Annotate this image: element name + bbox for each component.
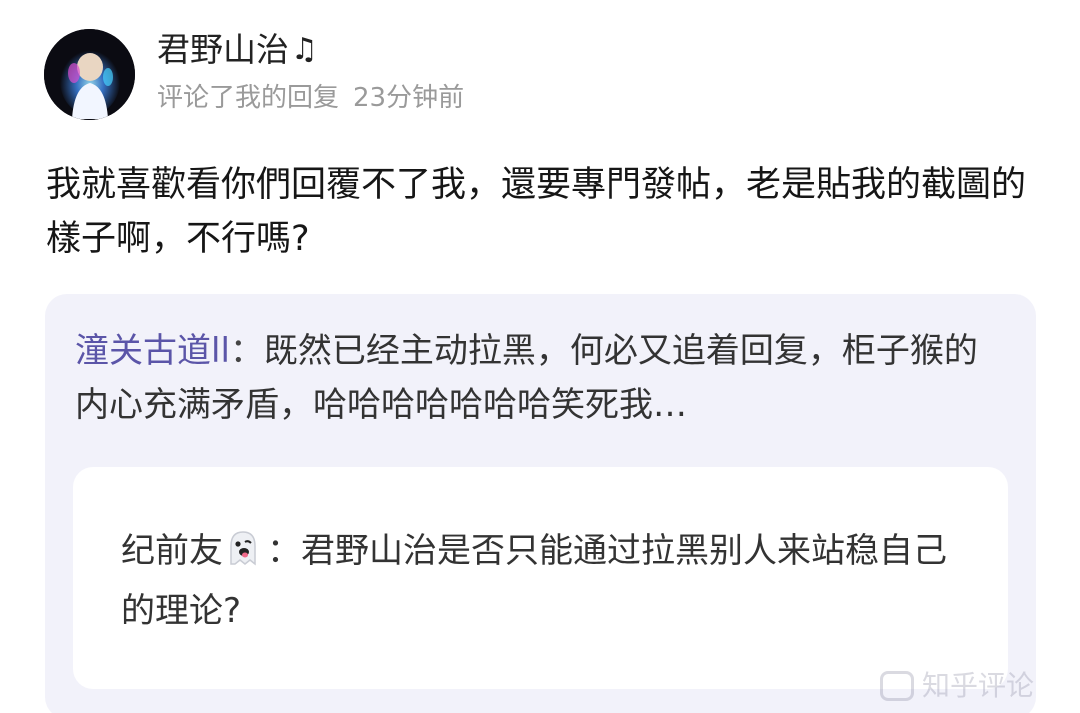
comment-text[interactable]: 我就喜歡看你們回覆不了我，還要專門發帖，老是貼我的截圖的樣子啊，不行嗎?: [46, 158, 1046, 266]
zhihu-logo-icon: [880, 671, 914, 701]
music-note-icon: ♫: [291, 32, 318, 67]
quoted-reply-text: 潼关古道ll：既然已经主动拉黑，何必又追着回复，柜子猴的内心充满矛盾，哈哈哈哈哈…: [75, 324, 1005, 432]
ghost-emoji-icon: [223, 527, 267, 567]
nested-author[interactable]: 纪前友: [121, 531, 223, 571]
comment-notification: 君野山治♫ 评论了我的回复 23分钟前 我就喜歡看你們回覆不了我，還要專門發帖，老…: [0, 0, 1080, 713]
nested-separator: ：: [267, 531, 301, 571]
avatar[interactable]: [44, 29, 135, 120]
quoted-author[interactable]: 潼关古道ll: [75, 331, 230, 371]
comment-meta: 评论了我的回复 23分钟前: [157, 80, 464, 116]
watermark-text: 知乎评论: [922, 669, 1035, 702]
username-text[interactable]: 君野山治: [157, 30, 289, 69]
nested-quote-text: 纪前友 ：君野山治是否只能通过拉黑别人来站稳自己的理论?: [121, 521, 971, 641]
quoted-separator: ：: [229, 331, 264, 371]
timestamp: 23分钟前: [353, 83, 465, 113]
quoted-reply[interactable]: 潼关古道ll：既然已经主动拉黑，何必又追着回复，柜子猴的内心充满矛盾，哈哈哈哈哈…: [45, 294, 1036, 713]
nested-quote[interactable]: 纪前友 ：君野山治是否只能通过拉黑别人来站稳自己的理论?: [73, 467, 1008, 689]
username[interactable]: 君野山治♫: [157, 28, 318, 72]
action-text: 评论了我的回复: [157, 83, 340, 113]
watermark: 知乎评论: [880, 666, 1060, 706]
